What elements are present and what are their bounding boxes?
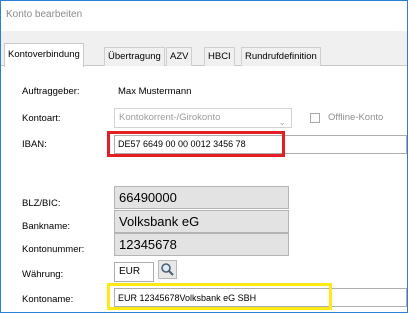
tab-azv[interactable]: AZV bbox=[166, 47, 193, 66]
bankname-label: Bankname: bbox=[22, 221, 71, 232]
konto-dialog: Konto bearbeiten Kontoverbindung Übertra… bbox=[0, 0, 408, 313]
offline-konto-checkbox[interactable] bbox=[310, 113, 320, 123]
waehrung-lookup-button[interactable] bbox=[158, 260, 177, 279]
kontonummer-label: Kontonummer: bbox=[22, 244, 85, 255]
waehrung-field[interactable]: EUR bbox=[114, 262, 154, 282]
blz-bic-label: BLZ/BIC: bbox=[22, 198, 61, 209]
bankname-field[interactable]: Volksbank eG bbox=[114, 210, 289, 233]
kontoname-value: EUR 12345678Volksbank eG SBH bbox=[118, 293, 257, 303]
kontoart-label: Kontoart: bbox=[22, 113, 61, 124]
kontoname-label: Kontoname: bbox=[22, 294, 74, 305]
auftraggeber-value: Max Mustermann bbox=[118, 86, 192, 97]
offline-konto-label: Offline-Konto bbox=[328, 112, 384, 123]
tab-uebertragung[interactable]: Übertragung bbox=[104, 47, 165, 66]
title-bar: Konto bearbeiten bbox=[1, 1, 407, 31]
window-title: Konto bearbeiten bbox=[6, 9, 83, 20]
kontonummer-field[interactable]: 12345678 bbox=[114, 233, 289, 256]
tab-hbci[interactable]: HBCI bbox=[204, 47, 235, 66]
iban-label: IBAN: bbox=[22, 139, 47, 150]
tab-kontoverbindung[interactable]: Kontoverbindung bbox=[4, 43, 84, 67]
iban-value: DE57 6649 00 00 0012 3456 78 bbox=[118, 139, 246, 149]
tab-panel-kontoverbindung: Auftraggeber: Max Mustermann Kontoart: K… bbox=[1, 66, 407, 312]
waehrung-label: Währung: bbox=[22, 269, 64, 280]
chevron-down-icon: ⌄ bbox=[278, 117, 286, 127]
search-icon bbox=[161, 263, 174, 276]
kontoart-value: Kontokorrent-/Girokonto bbox=[119, 112, 221, 123]
kontoart-select[interactable]: Kontokorrent-/Girokonto ⌄ bbox=[114, 108, 292, 128]
blz-bic-field[interactable]: 66490000 bbox=[114, 186, 289, 209]
auftraggeber-label: Auftraggeber: bbox=[22, 86, 80, 97]
tab-rundrufdefinition[interactable]: Rundrufdefinition bbox=[241, 47, 321, 66]
